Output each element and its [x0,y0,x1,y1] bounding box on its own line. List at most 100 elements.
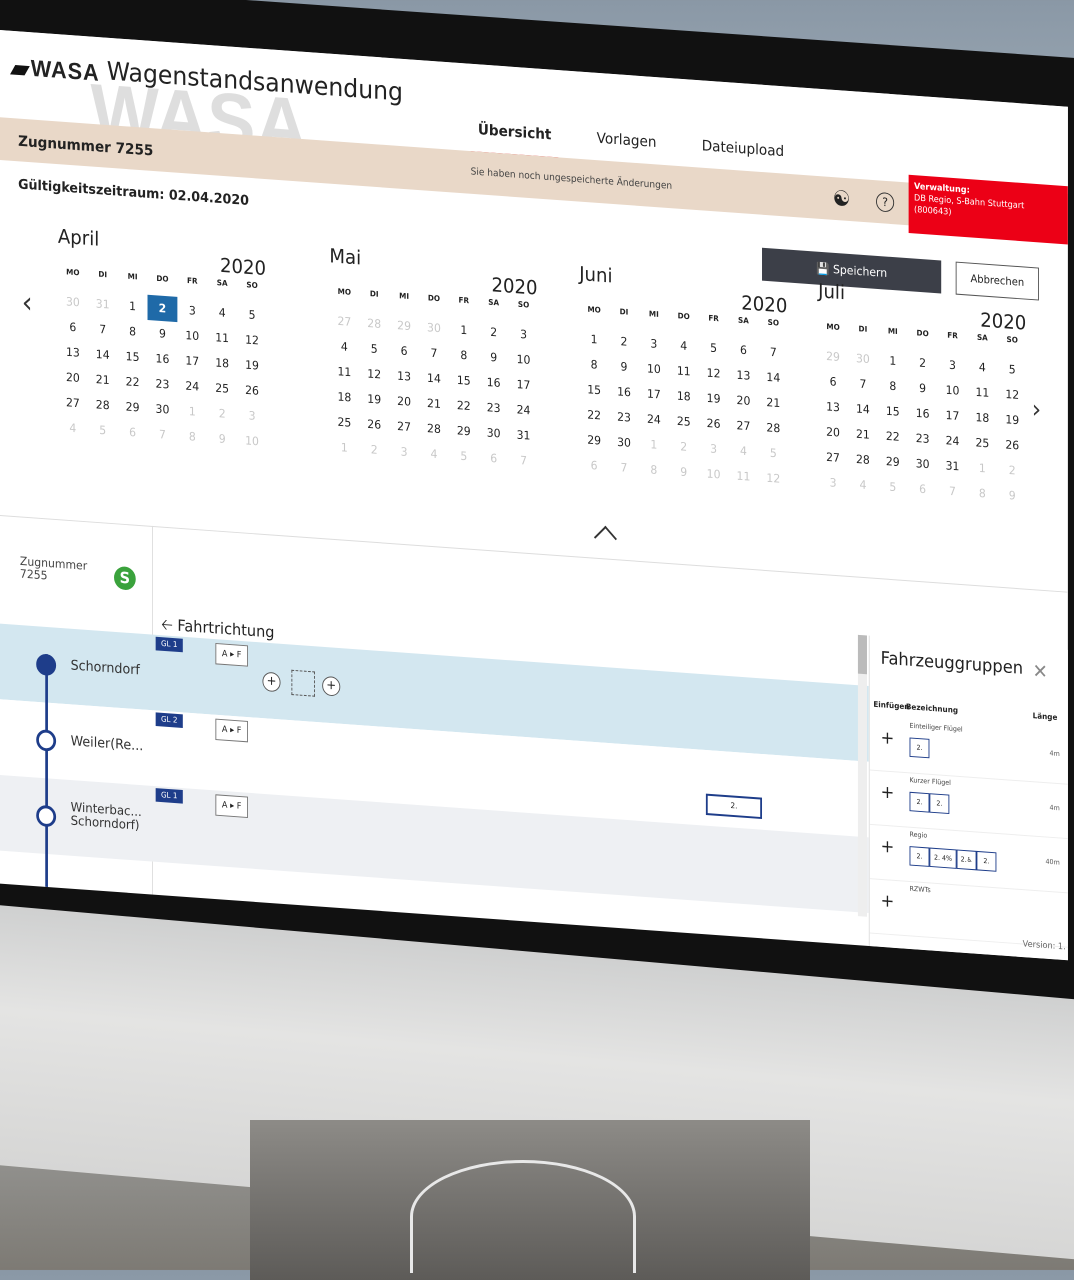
day-cell[interactable]: 28 [419,415,449,442]
day-cell[interactable]: 5 [699,334,729,361]
day-cell[interactable]: 18 [967,404,997,431]
day-cell[interactable]: 1 [967,455,997,482]
day-cell[interactable]: 30 [908,450,938,477]
day-cell[interactable]: 5 [88,417,118,444]
day-cell[interactable]: 18 [207,349,237,376]
day-cell[interactable]: 27 [818,444,848,471]
day-cell[interactable]: 4 [419,440,449,467]
day-cell[interactable]: 8 [579,351,609,378]
day-cell[interactable]: 4 [848,471,878,498]
day-cell[interactable]: 8 [118,318,148,345]
day-cell[interactable]: 22 [878,423,908,450]
user-icon[interactable]: ☯ [833,187,851,213]
day-cell[interactable]: 28 [848,446,878,473]
day-cell[interactable]: 3 [938,351,968,378]
day-cell[interactable]: 30 [848,345,878,372]
day-cell[interactable]: 22 [118,368,148,395]
day-cell[interactable]: 25 [329,409,359,436]
day-cell[interactable]: 21 [88,366,118,393]
add-group-icon[interactable]: + [881,891,895,912]
drop-slot[interactable] [291,669,315,697]
day-cell[interactable]: 7 [509,447,539,474]
help-icon[interactable]: ? [876,191,895,213]
day-cell[interactable]: 10 [699,460,729,487]
day-cell[interactable]: 6 [58,314,88,341]
day-cell[interactable]: 3 [237,402,267,429]
day-cell[interactable]: 24 [938,427,968,454]
day-cell[interactable]: 19 [997,406,1027,433]
day-cell[interactable]: 20 [58,364,88,391]
day-cell[interactable]: 15 [118,343,148,370]
next-month-icon[interactable]: › [1032,395,1041,425]
day-cell[interactable]: 4 [729,437,759,464]
day-cell[interactable]: 7 [148,421,178,448]
day-cell[interactable]: 30 [609,429,639,456]
day-cell[interactable]: 6 [389,337,419,364]
day-cell[interactable]: 25 [669,408,699,435]
day-cell[interactable]: 16 [908,400,938,427]
day-cell[interactable]: 2 [997,457,1027,484]
day-cell[interactable]: 18 [329,383,359,410]
day-cell[interactable]: 4 [58,414,88,441]
day-cell[interactable]: 22 [449,392,479,419]
wagon-block[interactable]: 2. [705,793,763,820]
day-cell[interactable]: 26 [359,411,389,438]
day-cell[interactable]: 29 [878,448,908,475]
day-cell[interactable]: 17 [639,380,669,407]
close-icon[interactable]: ✕ [1033,659,1048,683]
day-cell[interactable]: 21 [758,389,788,416]
day-cell[interactable]: 1 [329,434,359,461]
day-cell[interactable]: 1 [449,316,479,343]
day-cell[interactable]: 12 [699,360,729,387]
day-cell[interactable]: 3 [639,330,669,357]
day-cell[interactable]: 6 [579,452,609,479]
day-cell[interactable]: 24 [509,396,539,423]
day-cell[interactable]: 27 [329,308,359,335]
day-cell[interactable]: 9 [997,482,1027,509]
day-cell[interactable]: 10 [177,322,207,349]
day-cell[interactable]: 4 [329,333,359,360]
day-cell[interactable]: 30 [419,314,449,341]
add-before-icon[interactable]: + [262,671,281,693]
day-cell[interactable]: 9 [908,375,938,402]
day-cell[interactable]: 15 [449,367,479,394]
day-cell[interactable]: 8 [449,342,479,369]
day-cell[interactable]: 1 [177,398,207,425]
day-cell[interactable]: 4 [669,332,699,359]
day-cell[interactable]: 3 [509,321,539,348]
day-cell[interactable]: 23 [908,425,938,452]
day-cell[interactable]: 6 [479,445,509,472]
day-cell[interactable]: 23 [148,370,178,397]
day-cell[interactable]: 2 [609,328,639,355]
day-cell[interactable]: 9 [609,353,639,380]
day-cell[interactable]: 14 [419,365,449,392]
day-cell[interactable]: 29 [818,343,848,370]
day-cell[interactable]: 16 [479,369,509,396]
day-cell[interactable]: 10 [237,427,267,454]
day-cell[interactable]: 26 [997,431,1027,458]
day-cell[interactable]: 22 [579,401,609,428]
day-cell[interactable]: 9 [207,425,237,452]
day-cell[interactable]: 9 [479,344,509,371]
day-cell[interactable]: 31 [509,422,539,449]
day-cell-selected[interactable]: 2 [147,294,178,323]
day-cell[interactable]: 8 [639,456,669,483]
day-cell[interactable]: 19 [359,386,389,413]
day-cell[interactable]: 2 [207,400,237,427]
day-cell[interactable]: 3 [177,297,207,324]
day-cell[interactable]: 14 [848,395,878,422]
day-cell[interactable]: 25 [207,375,237,402]
day-cell[interactable]: 7 [758,339,788,366]
day-cell[interactable]: 28 [88,391,118,418]
day-cell[interactable]: 17 [938,402,968,429]
day-cell[interactable]: 26 [699,410,729,437]
day-cell[interactable]: 7 [848,370,878,397]
day-cell[interactable]: 5 [359,335,389,362]
day-cell[interactable]: 15 [579,376,609,403]
day-cell[interactable]: 5 [997,356,1027,383]
day-cell[interactable]: 23 [479,394,509,421]
day-cell[interactable]: 7 [938,478,968,505]
day-cell[interactable]: 29 [389,312,419,339]
day-cell[interactable]: 21 [419,390,449,417]
day-cell[interactable]: 1 [579,326,609,353]
